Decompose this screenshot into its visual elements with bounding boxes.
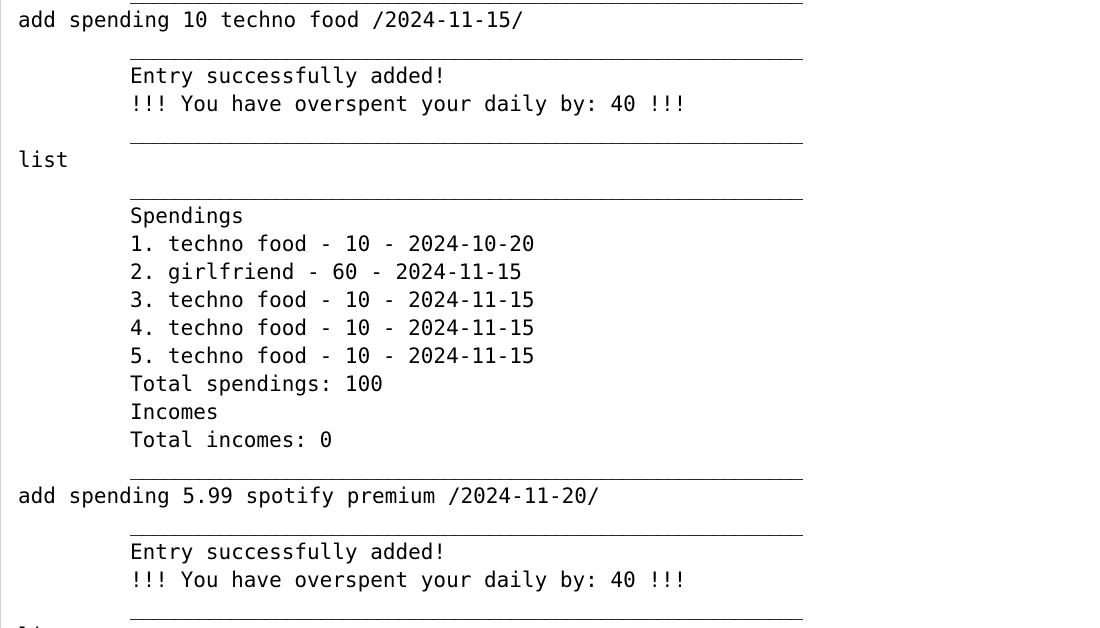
- separator-line: ________________________________________…: [130, 120, 803, 144]
- output-line: Entry successfully added!: [130, 540, 447, 564]
- output-line: Entry successfully added!: [130, 64, 447, 88]
- list-item: 5. techno food - 10 - 2024-11-15: [130, 344, 535, 368]
- section-heading: Spendings: [130, 204, 244, 228]
- separator-line: ________________________________________…: [130, 512, 803, 536]
- terminal-window[interactable]: ________________________________________…: [0, 0, 1100, 628]
- separator-line: ________________________________________…: [130, 596, 803, 620]
- separator-line: ________________________________________…: [130, 176, 803, 200]
- command-line: li: [18, 622, 43, 628]
- command-line: add spending 10 techno food /2024-11-15/: [18, 8, 524, 32]
- list-item: 1. techno food - 10 - 2024-10-20: [130, 232, 535, 256]
- command-line: add spending 5.99 spotify premium /2024-…: [18, 484, 600, 508]
- command-line: list: [18, 148, 69, 172]
- separator-line: ________________________________________…: [130, 456, 803, 480]
- total-incomes: Total incomes: 0: [130, 428, 333, 452]
- warning-line: !!! You have overspent your daily by: 40…: [130, 92, 687, 116]
- list-item: 4. techno food - 10 - 2024-11-15: [130, 316, 535, 340]
- separator-line: ________________________________________…: [130, 36, 803, 60]
- list-item: 2. girlfriend - 60 - 2024-11-15: [130, 260, 522, 284]
- total-spendings: Total spendings: 100: [130, 372, 383, 396]
- warning-line: !!! You have overspent your daily by: 40…: [130, 568, 687, 592]
- list-item: 3. techno food - 10 - 2024-11-15: [130, 288, 535, 312]
- section-heading: Incomes: [130, 400, 219, 424]
